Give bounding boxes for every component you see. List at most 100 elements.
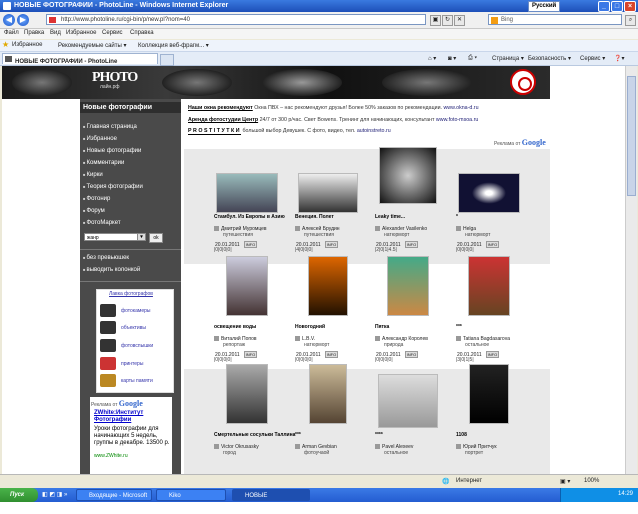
- photo-rubric[interactable]: город: [223, 450, 236, 456]
- info2-title[interactable]: Аренда фотостудии Центр: [188, 117, 258, 123]
- photo-author[interactable]: Victor Okrusasky: [214, 444, 259, 450]
- photo-rubric[interactable]: портрет: [465, 450, 483, 456]
- photo-title[interactable]: Leaky time...: [375, 214, 405, 220]
- photo-title[interactable]: Венеция. Полет: [295, 214, 334, 220]
- photo-thumbnail[interactable]: [298, 173, 358, 213]
- compat-icon[interactable]: ▣: [430, 15, 441, 26]
- maximize-button[interactable]: □: [611, 1, 623, 12]
- nav-favorites[interactable]: Избранное: [83, 136, 117, 142]
- info-badge[interactable]: INFO: [485, 351, 500, 358]
- photo-thumbnail[interactable]: [308, 256, 348, 316]
- menu-view[interactable]: Вид: [50, 30, 61, 36]
- scrollbar-thumb[interactable]: [627, 76, 636, 196]
- option-column-view[interactable]: выводить колонкой: [83, 267, 141, 273]
- safety-menu[interactable]: Безопасность ▾: [528, 55, 571, 62]
- photo-rubric[interactable]: остальное: [384, 450, 408, 456]
- back-button[interactable]: ◀: [3, 14, 15, 26]
- taskbar-ie[interactable]: НОВЫЕ ФОТОГРАФИИ...: [232, 489, 310, 511]
- info-badge[interactable]: INFO: [243, 241, 258, 248]
- photo-thumbnail[interactable]: [378, 374, 438, 428]
- shop-memory-cards[interactable]: карты памяти: [100, 374, 172, 388]
- photo-rubric[interactable]: путешествия: [223, 232, 253, 238]
- menu-tools[interactable]: Сервис: [102, 30, 123, 36]
- genre-select[interactable]: жанр ▾: [84, 233, 146, 241]
- new-tab-button[interactable]: [160, 54, 174, 66]
- photo-title[interactable]: Смертельные сосульки Таллина: [214, 432, 295, 438]
- language-indicator[interactable]: Русский: [528, 1, 561, 12]
- nav-new-photos[interactable]: Новые фотографии: [83, 148, 142, 154]
- nav-theory[interactable]: Теория фотографии: [83, 184, 143, 190]
- menu-edit[interactable]: Правка: [24, 30, 44, 36]
- photo-thumbnail[interactable]: [469, 364, 509, 424]
- search-icon[interactable]: ⌕: [625, 15, 636, 26]
- menu-help[interactable]: Справка: [130, 30, 154, 36]
- photo-rubric[interactable]: путешествия: [304, 232, 334, 238]
- search-input[interactable]: Bing: [488, 14, 622, 25]
- photo-thumbnail[interactable]: [387, 256, 429, 316]
- nav-forum[interactable]: Форум: [83, 208, 105, 214]
- forward-button[interactable]: ▶: [17, 14, 29, 26]
- web-slice-gallery[interactable]: Коллекция веб-фрагм... ▾: [138, 42, 209, 49]
- photo-title[interactable]: Пятка: [375, 324, 389, 330]
- photo-rubric[interactable]: природа: [384, 342, 403, 348]
- shop-cameras[interactable]: фотокамеры: [100, 304, 172, 318]
- url-input[interactable]: http://www.photoline.ru/cgi-bin/p/new.pl…: [46, 14, 426, 25]
- protected-mode-icon[interactable]: ▣ ▾: [560, 478, 570, 485]
- info-badge[interactable]: INFO: [324, 351, 339, 358]
- photo-title[interactable]: освещение воды: [214, 324, 256, 330]
- photo-thumbnail[interactable]: [309, 364, 347, 424]
- tools-menu[interactable]: Сервис ▾: [580, 55, 605, 62]
- photo-rubric[interactable]: натюрморт: [304, 342, 329, 348]
- photo-rubric[interactable]: репортаж: [223, 342, 245, 348]
- photo-title[interactable]: 1108: [456, 432, 467, 438]
- partner-logo[interactable]: [510, 69, 536, 95]
- taskbar-kiko[interactable]: Kiko: [156, 489, 226, 501]
- nav-comments[interactable]: Комментарии: [83, 160, 125, 166]
- shop-lenses[interactable]: объективы: [100, 321, 172, 335]
- photo-rubric[interactable]: натюрморт: [465, 232, 490, 238]
- suggested-sites[interactable]: Рекомендуемые сайты ▾: [58, 42, 127, 49]
- photo-rubric[interactable]: остальное: [465, 342, 489, 348]
- option-no-previews[interactable]: без превьюшек: [83, 255, 130, 261]
- info2-link[interactable]: www.foto-msoa.ru: [436, 117, 478, 123]
- photo-thumbnail[interactable]: [216, 173, 278, 213]
- taskbar-outlook[interactable]: Входящие - Microsoft O...: [76, 489, 152, 511]
- info3-title[interactable]: PROSTIТУТКИ: [188, 128, 242, 135]
- start-button[interactable]: Пуск: [0, 488, 38, 502]
- photo-title[interactable]: ****: [375, 432, 383, 438]
- photo-thumbnail[interactable]: [226, 256, 268, 316]
- help-icon[interactable]: ❓▾: [614, 55, 624, 62]
- page-menu[interactable]: Страница ▾: [492, 55, 524, 62]
- photo-title[interactable]: ***: [295, 432, 301, 438]
- quick-launch-icons[interactable]: ◧ ◩ ◨ »: [42, 491, 67, 498]
- home-icon[interactable]: ⌂ ▾: [428, 55, 436, 62]
- info-badge[interactable]: INFO: [243, 351, 258, 358]
- genre-ok-button[interactable]: ok: [149, 233, 163, 243]
- photo-thumbnail[interactable]: [468, 256, 510, 316]
- photo-thumbnail[interactable]: [379, 147, 437, 204]
- nav-kirki[interactable]: Кирки: [83, 172, 103, 178]
- info3-link[interactable]: autoinstreto.ru: [357, 128, 391, 134]
- info-badge[interactable]: INFO: [404, 241, 419, 248]
- shop-heading[interactable]: Лавка фотографов: [109, 291, 153, 297]
- photo-thumbnail[interactable]: [458, 173, 520, 213]
- print-icon[interactable]: ⎙ ▾: [468, 55, 477, 62]
- photo-title[interactable]: *: [456, 214, 458, 220]
- ad-url[interactable]: www.ZWhite.ru: [94, 453, 128, 459]
- site-logo[interactable]: PHOTO лайн.рф: [92, 70, 138, 94]
- photo-thumbnail[interactable]: [226, 364, 268, 424]
- menu-file[interactable]: Файл: [4, 30, 19, 36]
- shop-flashes[interactable]: фотовспышки: [100, 339, 172, 353]
- info1-link[interactable]: www.okna-d.ru: [443, 105, 478, 111]
- nav-photomir[interactable]: Фотонир: [83, 196, 111, 202]
- nav-home[interactable]: Главная страница: [83, 124, 137, 130]
- favorites-button[interactable]: Избранное: [12, 42, 42, 48]
- vertical-scrollbar[interactable]: [625, 66, 637, 474]
- menu-favorites[interactable]: Избранное: [66, 30, 96, 36]
- photo-title[interactable]: ***: [456, 324, 462, 330]
- info-badge[interactable]: INFO: [324, 241, 339, 248]
- feeds-icon[interactable]: ◙ ▾: [448, 55, 456, 62]
- photo-title[interactable]: Новогодний: [295, 324, 325, 330]
- info1-title[interactable]: Наши окна рекомендуют: [188, 105, 253, 111]
- shop-printers[interactable]: принтеры: [100, 357, 172, 371]
